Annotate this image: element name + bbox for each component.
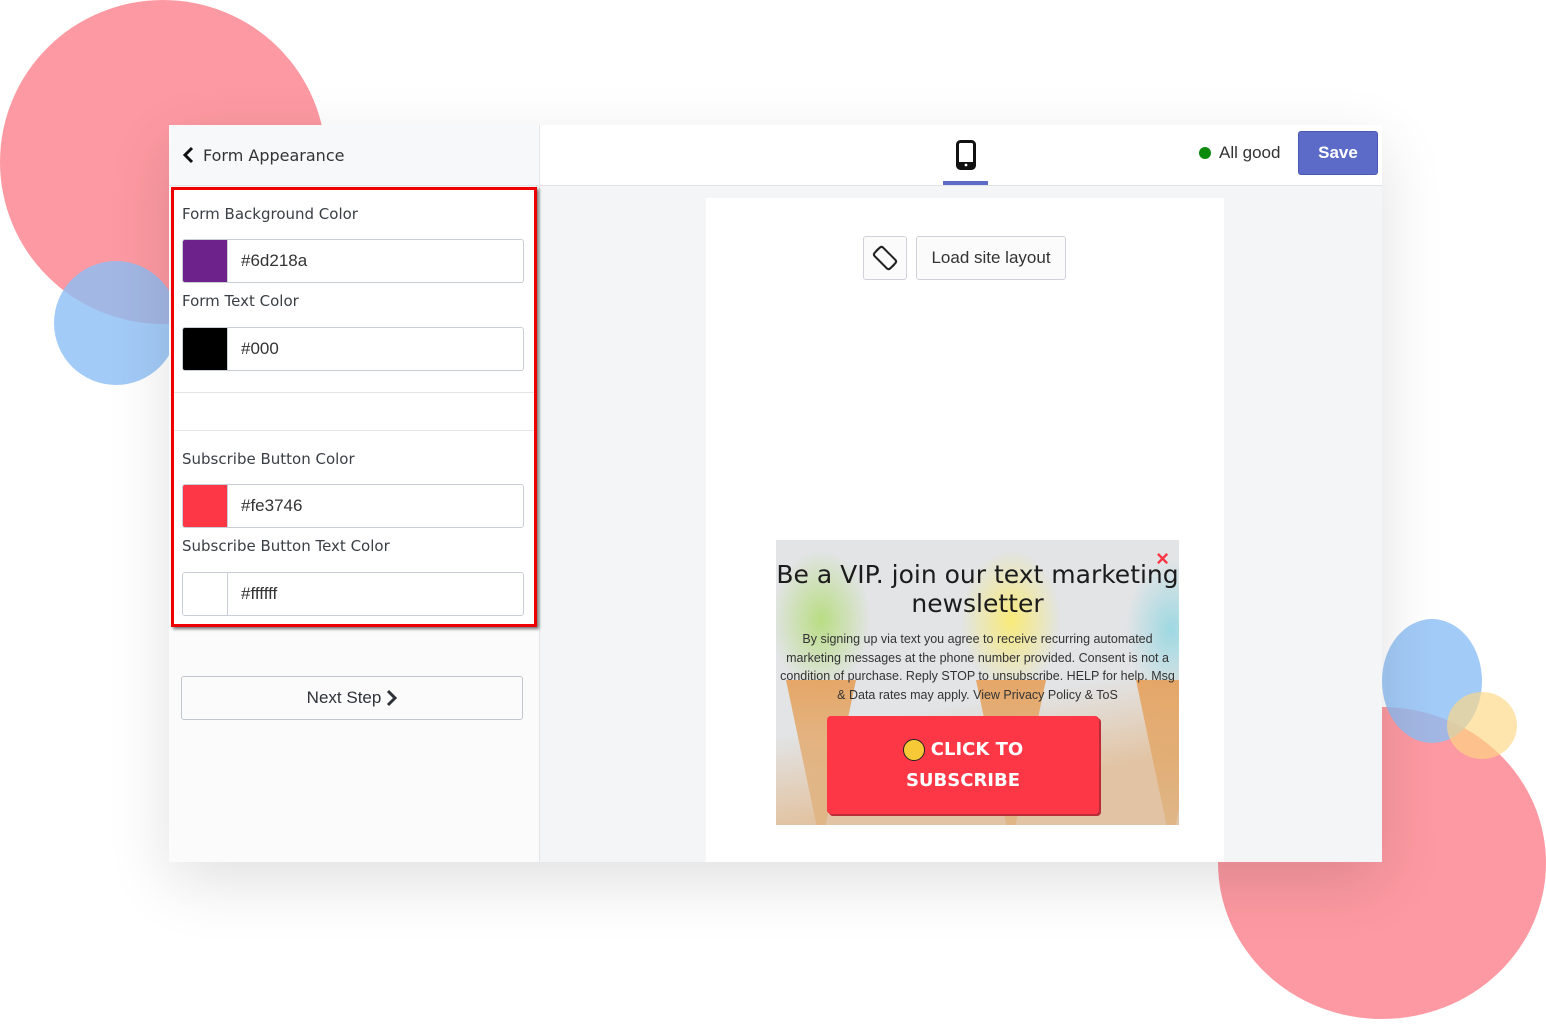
color-swatch[interactable] [183,240,228,282]
cta-text-1: CLICK TO [930,739,1024,760]
cta-line-1: CLICK TO [902,734,1024,765]
sidebar-title: Form Appearance [203,145,345,165]
next-step-button[interactable]: Next Step [181,676,523,720]
mobile-phone-icon [955,140,976,170]
color-settings-section: Form Background Color #6d218a Form Text … [171,187,537,627]
form-text-color-input[interactable]: #000 [182,327,524,371]
status-indicator: All good [1199,143,1280,163]
next-step-label: Next Step [306,688,382,707]
field-label: Subscribe Button Color [182,450,355,468]
color-swatch[interactable] [183,485,228,527]
color-value[interactable]: #000 [228,328,523,370]
field-label: Subscribe Button Text Color [182,537,390,555]
popup-title: Be a VIP. join our text marketing newsle… [776,560,1179,618]
screen-rotation-icon [872,245,898,271]
status-text: All good [1219,143,1281,162]
chevron-left-icon [182,146,194,164]
status-dot-icon [1199,147,1211,159]
popup-preview: × Be a VIP. join our text marketing news… [776,540,1179,825]
color-value[interactable]: #fe3746 [228,485,523,527]
decor-circle-yellow [1447,692,1517,759]
topbar: All good Save [540,125,1382,186]
form-background-color-input[interactable]: #6d218a [182,239,524,283]
load-site-layout-button[interactable]: Load site layout [916,236,1066,280]
color-value[interactable]: #ffffff [228,573,523,615]
field-label: Form Text Color [182,292,299,310]
tab-mobile-preview[interactable] [943,125,988,185]
chevron-right-icon [387,689,398,707]
rotate-device-button[interactable] [863,236,907,280]
divider [174,392,534,393]
subscribe-button-color-input[interactable]: #fe3746 [182,484,524,528]
color-swatch[interactable] [183,328,228,370]
back-button[interactable] [177,144,199,166]
color-value[interactable]: #6d218a [228,240,523,282]
decor-circle-blue-left [54,261,178,385]
smiley-emoji-icon [902,739,925,761]
subscribe-button-text-color-input[interactable]: #ffffff [182,572,524,616]
active-tab-indicator [943,181,988,185]
subscribe-cta-button[interactable]: CLICK TO SUBSCRIBE [827,716,1099,814]
divider [174,430,534,431]
app-window: Form Appearance Form Background Color #6… [169,125,1382,862]
popup-legal-text: By signing up via text you agree to rece… [780,632,1175,702]
sidebar-header: Form Appearance [169,125,539,186]
mobile-preview-frame: Load site layout × Be a VIP. join our te… [706,198,1224,862]
sidebar: Form Appearance Form Background Color #6… [169,125,540,862]
cta-line-2: SUBSCRIBE [905,770,1021,791]
color-swatch[interactable] [183,573,228,615]
save-button[interactable]: Save [1298,131,1378,175]
field-label: Form Background Color [182,205,358,223]
